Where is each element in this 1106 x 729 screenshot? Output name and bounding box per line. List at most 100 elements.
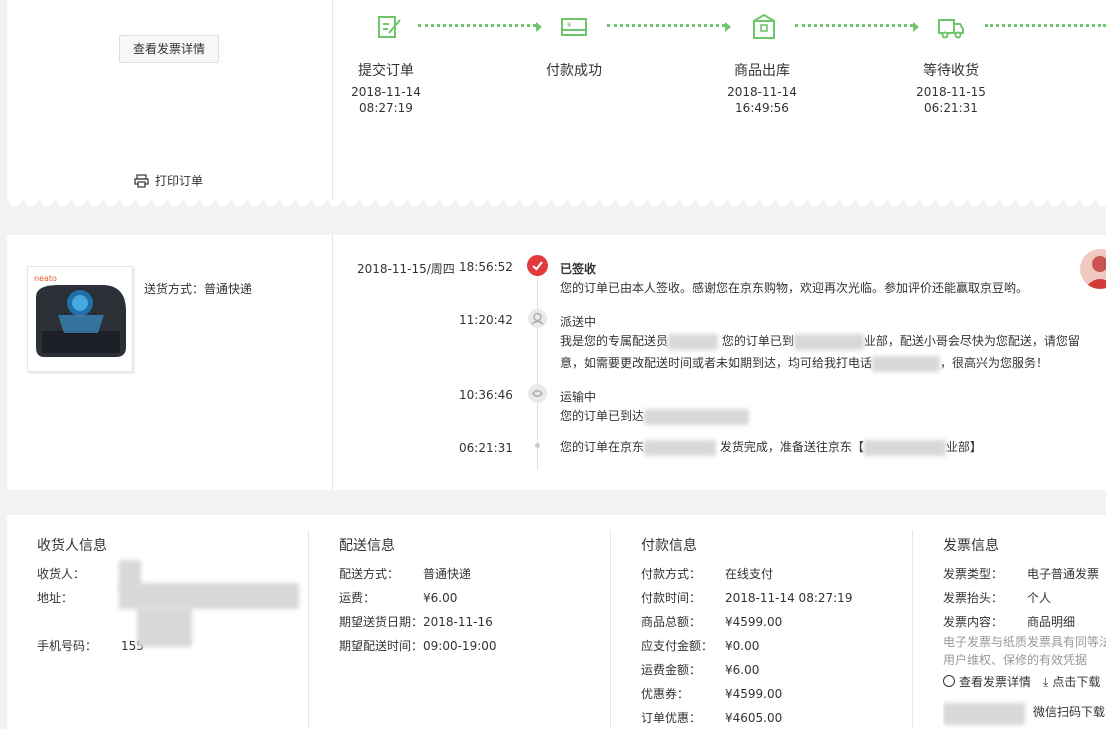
payment-row: 付款方式： 在线支付 [641, 565, 773, 582]
tracking-status: 运输中 [560, 390, 597, 404]
step-date: 2018-11-14 [351, 85, 421, 99]
shipping-key: 期望配送时间： [339, 639, 424, 653]
signed-check-icon [527, 255, 548, 276]
progress-connector [795, 24, 913, 29]
invoice-row: 发票抬头： 个人 [943, 589, 1051, 606]
progress-arrow [913, 22, 919, 32]
address-label: 地址： [37, 591, 74, 605]
payment-value: ¥4599.00 [725, 687, 783, 701]
timeline-dot [535, 443, 540, 448]
download-invoice-link[interactable]: ⤓ 点击下载 [1043, 673, 1100, 690]
progress-step: 付款成功 [514, 60, 634, 84]
progress-connector [418, 24, 536, 29]
shipping-value: 普通快递 [423, 567, 472, 581]
invoice-row: 发票内容： 商品明细 [943, 613, 1075, 630]
progress-arrow [536, 22, 542, 32]
tracking-message: 我是您的专属配送员 您的订单已到 业部，配送小哥会尽快为您配送，请您留 意，如需要… [560, 330, 1080, 374]
shipping-value: 2018-11-16 [423, 615, 493, 629]
message-part: 您的订单已到 [721, 334, 794, 348]
delivery-method-label: 送货方式：普通快递 [144, 282, 253, 296]
payment-key: 商品总额： [641, 615, 702, 629]
product-summary-panel: neato 送货方式：普通快递 [7, 235, 333, 490]
payment-info-column: 付款信息 付款方式： 在线支付 付款时间： 2018-11-14 08:27:19 … [641, 515, 911, 729]
truck-icon [938, 19, 964, 39]
shipping-row: 配送方式： 普通快递 [339, 565, 471, 582]
avatar[interactable] [1080, 249, 1106, 289]
payment-row: 优惠券： ¥4599.00 [641, 685, 782, 702]
tracking-timeline-panel: 2018-11-15/周四 18:56:52 已签收 您的订单已由本人签收。感谢… [333, 235, 1106, 490]
package-icon [753, 13, 775, 39]
invoice-row: 发票类型： 电子普通发票 [943, 565, 1099, 582]
magnifier-icon [943, 675, 955, 687]
invoice-note: 电子发票与纸质发票具有同等法 [943, 635, 1106, 649]
receiver-heading: 收货人信息 [37, 538, 107, 554]
step-time: 16:49:56 [735, 101, 789, 115]
receiver-name-row: 收货人： [37, 565, 85, 582]
courier-icon [528, 309, 547, 328]
phone-label: 手机号码： [37, 639, 98, 653]
shipping-row: 期望送货日期：2018-11-16 [339, 613, 493, 630]
shipping-value: ¥6.00 [423, 591, 458, 605]
payment-row: 应支付金额： ¥0.00 [641, 637, 759, 654]
phone-row: 手机号码： 155 [37, 637, 144, 654]
tracking-time: 11:20:42 [459, 313, 513, 327]
tracking-time: 18:56:52 [459, 260, 513, 274]
invoice-value: 电子普通发票 [1027, 567, 1100, 581]
message-part: 我是您的专属配送员 [560, 334, 669, 348]
redacted-text [119, 583, 299, 609]
shipping-row: 运费： ¥6.00 [339, 589, 457, 606]
invoice-value: 商品明细 [1027, 615, 1076, 629]
step-date: 2018-11-14 [727, 85, 797, 99]
progress-step: 商品出库 2018-11-14 16:49:56 [702, 60, 822, 116]
payment-value: 2018-11-14 08:27:19 [725, 591, 853, 605]
avatar-image [1080, 249, 1106, 289]
step-name: 提交订单 [358, 63, 414, 79]
message-part: 业部，配送小哥会尽快为您配送，请您留 [863, 334, 1080, 348]
shipping-heading: 配送信息 [339, 538, 395, 554]
invoice-heading: 发票信息 [943, 538, 999, 554]
payment-value: 在线支付 [725, 567, 774, 581]
payment-value: ¥4599.00 [725, 615, 783, 629]
column-divider [912, 530, 913, 729]
svg-text:neato: neato [34, 274, 57, 283]
print-order-link[interactable]: 打印订单 [134, 172, 203, 189]
redacted-text [644, 408, 750, 425]
tracking-date: 2018-11-15/周四 [357, 262, 455, 276]
redacted-text [137, 607, 192, 647]
tracking-time: 06:21:31 [459, 441, 513, 455]
printer-icon [134, 173, 149, 188]
step-date: 2018-11-15 [916, 85, 986, 99]
payment-key: 运费金额： [641, 663, 702, 677]
column-divider [610, 530, 611, 729]
payment-key: 付款方式： [641, 567, 702, 581]
tracking-message: 您的订单已由本人签收。感谢您在京东购物，欢迎再次光临。参加评价还能赢取京豆哟。 [560, 281, 1029, 295]
download-invoice-label: 点击下载 [1052, 675, 1101, 689]
payment-key: 付款时间： [641, 591, 702, 605]
payment-value: ¥0.00 [725, 639, 760, 653]
step-time: 08:27:19 [359, 101, 413, 115]
shipping-key: 配送方式： [339, 567, 400, 581]
progress-arrow [725, 22, 731, 32]
robot-vacuum-image: neato [34, 274, 126, 357]
message-part: 业部】 [945, 440, 982, 454]
download-icon: ⤓ [1043, 675, 1049, 689]
invoice-detail-button[interactable]: 查看发票详情 [119, 35, 219, 63]
wechat-download-label: 微信扫码下载 [1033, 705, 1106, 719]
payment-row: 商品总额： ¥4599.00 [641, 613, 782, 630]
order-actions-panel: 查看发票详情 打印订单 [7, 0, 333, 200]
tracking-message: 您的订单在京东 发货完成，准备送往京东【 业部】 [560, 436, 1080, 458]
invoice-key: 发票类型： [943, 567, 1004, 581]
view-invoice-link[interactable]: 查看发票详情 [943, 673, 1031, 690]
tracking-status: 派送中 [560, 315, 597, 329]
progress-connector [607, 24, 725, 29]
product-thumbnail[interactable]: neato [27, 266, 133, 372]
redacted-text [872, 355, 941, 372]
print-order-label: 打印订单 [155, 174, 204, 188]
redacted-text [644, 439, 717, 456]
pencil-doc-icon [378, 16, 401, 38]
order-info-panel: 收货人信息 收货人： 地址： 手机号码： 155 配送信息 配送方式： 普通快递 运… [7, 515, 1106, 729]
payment-key: 优惠券： [641, 687, 690, 701]
invoice-info-column: 发票信息 发票类型： 电子普通发票 发票抬头： 个人 发票内容： 商品明细 电子发票与… [943, 515, 1106, 729]
column-divider [308, 530, 309, 729]
invoice-note: 用户维权、保修的有效凭据 [943, 653, 1088, 667]
